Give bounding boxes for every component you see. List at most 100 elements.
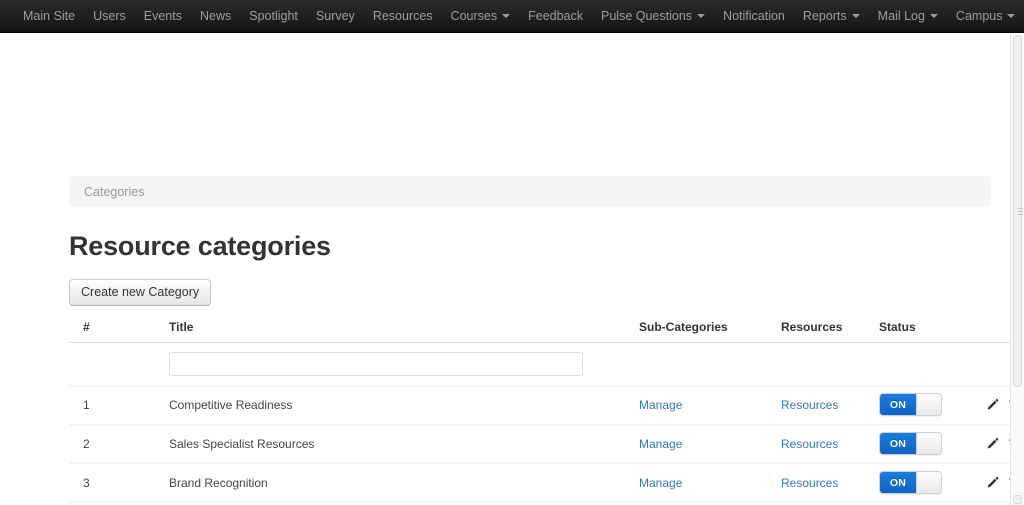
status-toggle[interactable]: ON — [879, 393, 942, 417]
nav-item-spotlight[interactable]: Spotlight — [240, 0, 307, 32]
row-actions — [971, 397, 1010, 413]
nav-item-label: Mail Log — [877, 9, 925, 23]
breadcrumb: Categories — [69, 176, 991, 207]
cell-sub-categories: Manage — [639, 424, 781, 464]
cell-title: Sales Specialist Resources — [125, 424, 639, 464]
table-filter-row — [69, 342, 1010, 386]
filter-cell-sub-categories — [639, 342, 781, 386]
cell-row-number: 3 — [69, 463, 125, 503]
nav-item-label: Campus — [955, 9, 1003, 23]
chevron-down-icon — [502, 14, 511, 18]
resources-link[interactable]: Resources — [781, 437, 838, 451]
cell-actions — [971, 424, 1010, 464]
column-header-sub-categories: Sub-Categories — [639, 319, 781, 343]
scrollbar-thumb[interactable] — [1013, 35, 1023, 387]
chevron-down-icon — [929, 14, 938, 18]
nav-item-pulse-questions[interactable]: Pulse Questions — [592, 0, 714, 32]
nav-item-feedback[interactable]: Feedback — [519, 0, 592, 32]
status-toggle-label: ON — [880, 472, 916, 494]
content-area: Categories Resource categories Create ne… — [69, 176, 1010, 505]
column-header-number: # — [69, 319, 125, 343]
row-actions — [971, 436, 1010, 452]
nav-item-label: Pulse Questions — [601, 9, 693, 23]
nav-item-label: Notification — [723, 9, 785, 23]
nav-item-mail-log[interactable]: Mail Log — [869, 0, 947, 32]
manage-sub-categories-link[interactable]: Manage — [639, 398, 682, 412]
cell-resources: Resources — [781, 385, 879, 425]
status-toggle-label: ON — [880, 433, 916, 455]
table-row: 3 Brand Recognition Manage Resources ON — [69, 463, 1010, 503]
nav-item-label: Survey — [315, 9, 355, 23]
column-header-status: Status — [879, 319, 971, 343]
pencil-icon[interactable] — [985, 397, 1000, 413]
status-toggle[interactable]: ON — [879, 432, 942, 456]
column-header-title: Title — [125, 319, 639, 343]
create-new-category-button[interactable]: Create new Category — [69, 278, 212, 306]
manage-sub-categories-link[interactable]: Manage — [639, 437, 682, 451]
nav-item-label: Spotlight — [249, 9, 298, 23]
filter-cell-actions — [971, 342, 1010, 386]
resource-categories-table: # Title Sub-Categories Resources Status … — [69, 319, 1010, 505]
nav-item-label: News — [199, 9, 232, 23]
top-navbar: Main Site Users Events News Spotlight Survey R… — [0, 0, 1024, 33]
chevron-down-icon — [697, 14, 706, 18]
nav-item-main-site[interactable]: Main Site — [14, 0, 84, 32]
cell-status: ON — [879, 385, 971, 425]
cell-title: Brand Recognition — [125, 463, 639, 503]
nav-item-label: Reports — [802, 9, 847, 23]
nav-item-reports[interactable]: Reports — [794, 0, 869, 32]
status-toggle-label: ON — [880, 394, 916, 416]
nav-item-events[interactable]: Events — [135, 0, 191, 32]
cell-actions — [971, 385, 1010, 425]
cell-row-number: 1 — [69, 385, 125, 425]
page-container: Categories Resource categories Create ne… — [0, 33, 1010, 505]
resources-link[interactable]: Resources — [781, 476, 838, 490]
resources-link[interactable]: Resources — [781, 398, 838, 412]
cell-status: ON — [879, 463, 971, 503]
chevron-down-icon — [851, 14, 860, 18]
table-header-row: # Title Sub-Categories Resources Status — [69, 319, 1010, 343]
nav-item-news[interactable]: News — [191, 0, 240, 32]
table-row: 2 Sales Specialist Resources Manage Resourc… — [69, 424, 1010, 464]
nav-item-survey[interactable]: Survey — [307, 0, 364, 32]
scrollbar-down-arrow-icon[interactable] — [1013, 495, 1022, 504]
nav-item-notification[interactable]: Notification — [714, 0, 794, 32]
filter-cell-resources — [781, 342, 879, 386]
manage-sub-categories-link[interactable]: Manage — [639, 476, 682, 490]
cell-resources: Resources — [781, 463, 879, 503]
cell-row-number: 2 — [69, 424, 125, 464]
nav-item-courses[interactable]: Courses — [442, 0, 520, 32]
nav-item-label: Main Site — [23, 9, 76, 23]
status-toggle-handle[interactable] — [916, 472, 941, 494]
vertical-scrollbar[interactable] — [1010, 33, 1024, 505]
status-toggle[interactable]: ON — [879, 471, 942, 495]
cell-resources: Resources — [781, 424, 879, 464]
pencil-icon-svg — [987, 437, 998, 449]
cell-sub-categories: Manage — [639, 385, 781, 425]
nav-item-label: Resources — [372, 9, 433, 23]
nav-item-label: Courses — [450, 9, 498, 23]
filter-cell-number — [69, 342, 125, 386]
nav-item-resources[interactable]: Resources — [364, 0, 442, 32]
title-filter-input[interactable] — [169, 351, 583, 376]
status-toggle-handle[interactable] — [916, 394, 941, 416]
cell-title: Competitive Readiness — [125, 385, 639, 425]
breadcrumb-item-categories[interactable]: Categories — [84, 185, 144, 199]
cell-actions — [971, 463, 1010, 503]
page-title: Resource categories — [69, 231, 331, 261]
nav-item-label: Events — [143, 9, 182, 23]
nav-item-label: Users — [93, 9, 126, 23]
filter-cell-status — [879, 342, 971, 386]
status-toggle-handle[interactable] — [916, 433, 941, 455]
nav-item-campus[interactable]: Campus — [947, 0, 1024, 32]
cell-sub-categories: Manage — [639, 463, 781, 503]
pencil-icon[interactable] — [985, 475, 1000, 491]
nav-item-label: Feedback — [528, 9, 584, 23]
row-actions — [971, 475, 1010, 491]
pencil-icon[interactable] — [985, 436, 1000, 452]
nav-item-users[interactable]: Users — [84, 0, 135, 32]
scrollbar-grip-icon — [1018, 208, 1023, 217]
cell-status: ON — [879, 424, 971, 464]
table-header: # Title Sub-Categories Resources Status — [69, 319, 1010, 343]
pencil-icon-svg — [987, 398, 998, 410]
